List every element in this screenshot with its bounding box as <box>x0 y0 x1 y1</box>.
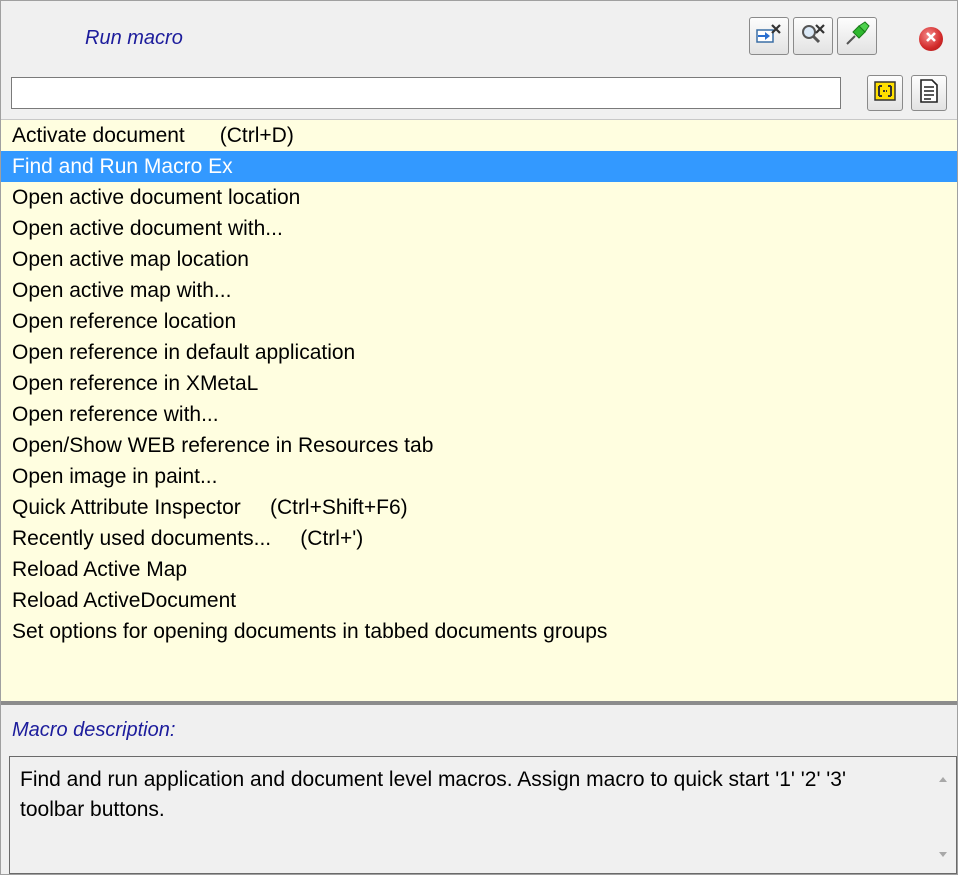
close-button[interactable] <box>919 27 943 51</box>
macro-list-item[interactable]: Open reference with... <box>1 399 957 430</box>
macro-list-item[interactable]: Open reference location <box>1 306 957 337</box>
macro-list-item[interactable]: Reload ActiveDocument <box>1 585 957 616</box>
panel-splitter[interactable] <box>1 701 957 705</box>
expand-button[interactable] <box>867 75 903 111</box>
description-box[interactable]: Find and run application and document le… <box>9 756 957 874</box>
pin-button[interactable] <box>837 17 877 55</box>
scroll-down-icon[interactable] <box>939 852 947 857</box>
expand-icon <box>872 79 898 108</box>
macro-search-input[interactable] <box>11 77 841 109</box>
macro-list-item[interactable]: Open/Show WEB reference in Resources tab <box>1 430 957 461</box>
pin-icon <box>843 20 871 53</box>
edit-macros-button[interactable] <box>749 17 789 55</box>
document-button[interactable] <box>911 75 947 111</box>
edit-macros-icon <box>755 22 783 51</box>
macro-list-item[interactable]: Open active map location <box>1 244 957 275</box>
description-text: Find and run application and document le… <box>20 768 846 821</box>
description-label: Macro description: <box>12 719 176 741</box>
search-row <box>1 67 957 117</box>
macro-list-item[interactable]: Quick Attribute Inspector (Ctrl+Shift+F6… <box>1 492 957 523</box>
description-scrollbar[interactable] <box>930 757 956 873</box>
search-options-button[interactable] <box>793 17 833 55</box>
macro-list-item[interactable]: Open reference in XMetaL <box>1 368 957 399</box>
macro-list-item[interactable]: Open image in paint... <box>1 461 957 492</box>
close-icon <box>925 30 937 48</box>
panel-title: Run macro <box>85 27 183 49</box>
macro-list-item[interactable]: Reload Active Map <box>1 554 957 585</box>
document-icon <box>918 78 940 109</box>
macro-list-item[interactable]: Open reference in default application <box>1 337 957 368</box>
macro-list-item[interactable]: Find and Run Macro Ex <box>1 151 957 182</box>
scroll-up-icon[interactable] <box>939 777 947 782</box>
panel-header: Run macro <box>1 1 957 67</box>
macro-list-item[interactable]: Set options for opening documents in tab… <box>1 616 957 647</box>
macro-list-item[interactable]: Open active document with... <box>1 213 957 244</box>
macro-list-item[interactable]: Activate document (Ctrl+D) <box>1 120 957 151</box>
macro-list[interactable]: Activate document (Ctrl+D) Find and Run M… <box>1 119 957 702</box>
macro-list-item[interactable]: Open active map with... <box>1 275 957 306</box>
run-macro-panel: Run macro Activate document (Ctrl+D) Fin… <box>0 0 958 875</box>
search-options-icon <box>799 22 827 51</box>
macro-list-item[interactable]: Recently used documents... (Ctrl+') <box>1 523 957 554</box>
macro-list-item[interactable]: Open active document location <box>1 182 957 213</box>
